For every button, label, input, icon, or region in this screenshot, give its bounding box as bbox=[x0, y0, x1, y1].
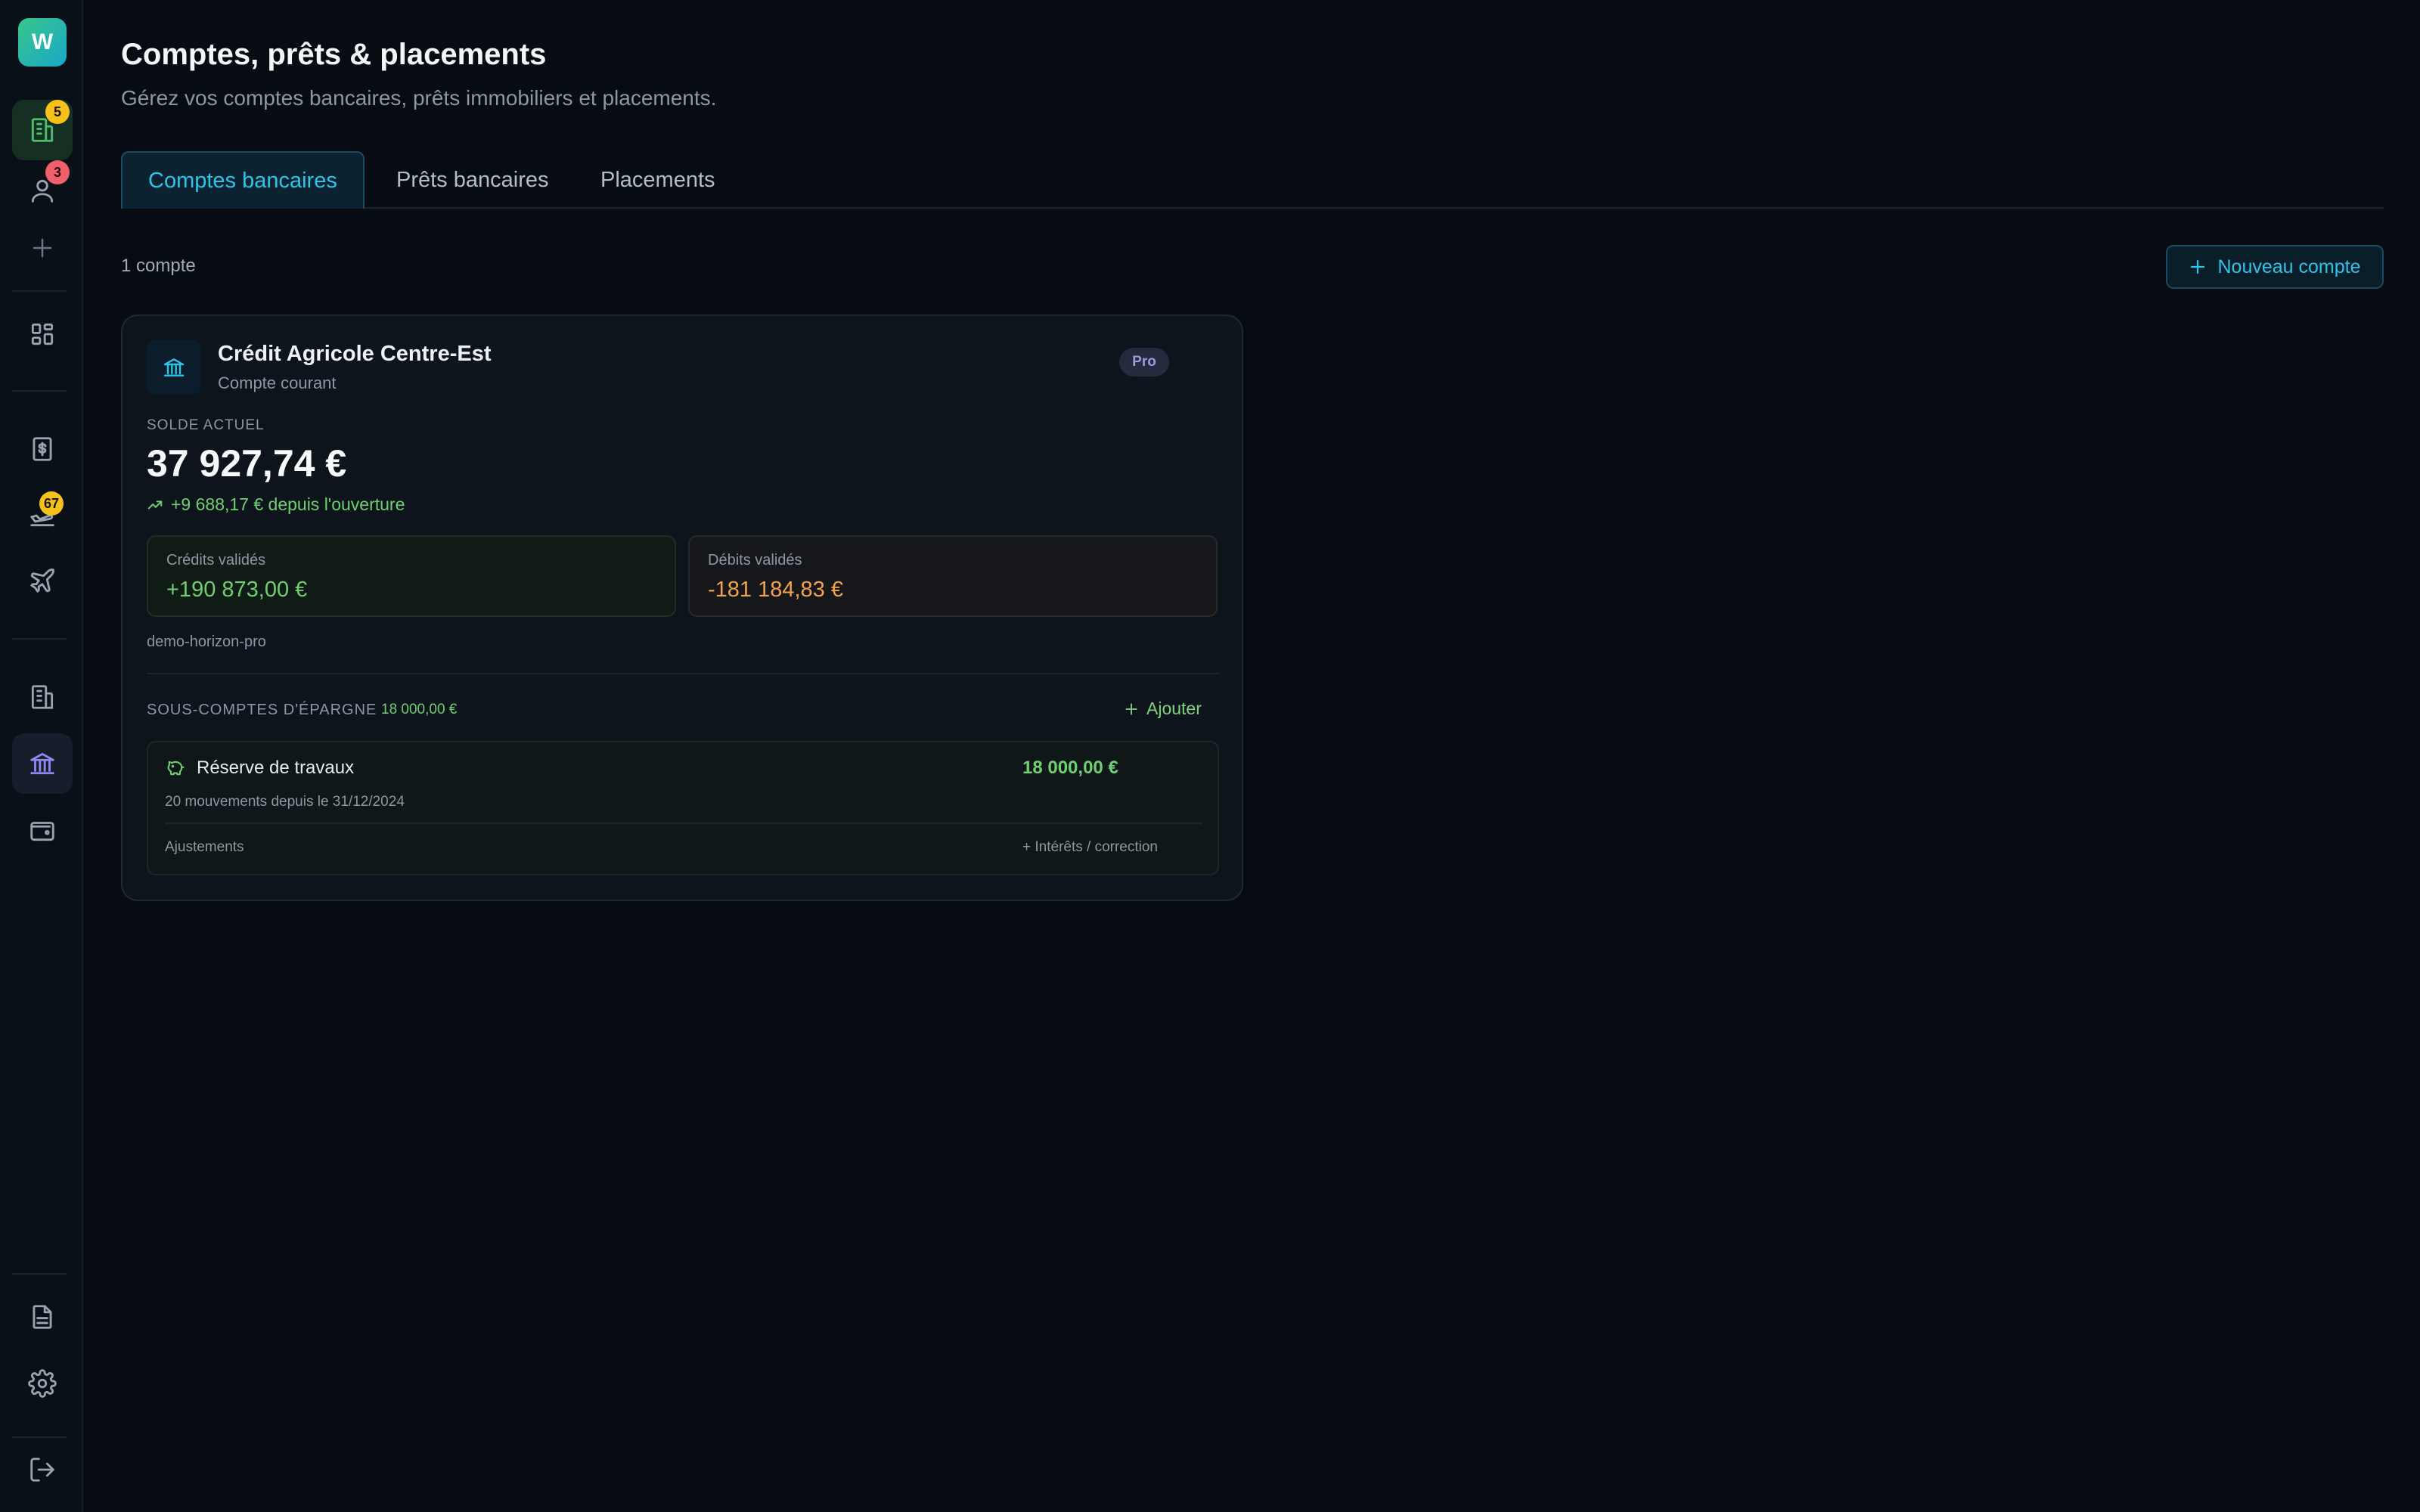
sidebar-item-invoices[interactable] bbox=[12, 419, 73, 479]
add-savings-label: Ajouter bbox=[1146, 699, 1202, 718]
bank-icon-tile bbox=[147, 340, 201, 395]
tab-prets-bancaires[interactable]: Prêts bancaires bbox=[371, 151, 575, 209]
tab-comptes-bancaires[interactable]: Comptes bancaires bbox=[121, 151, 365, 209]
account-type: Compte courant bbox=[218, 373, 337, 392]
plus-icon bbox=[33, 238, 52, 258]
wallet-icon bbox=[30, 822, 54, 841]
bank-icon bbox=[30, 752, 54, 775]
account-slug: demo-horizon-pro bbox=[147, 634, 266, 650]
balance-label: SOLDE ACTUEL bbox=[147, 417, 265, 433]
sidebar-divider bbox=[12, 1436, 67, 1438]
logout-button[interactable] bbox=[12, 1439, 73, 1500]
app-logo[interactable]: W bbox=[18, 18, 67, 67]
sidebar-add-button[interactable] bbox=[12, 218, 73, 278]
sidebar-item-documents[interactable] bbox=[12, 1287, 73, 1347]
new-account-label: Nouveau compte bbox=[2217, 256, 2361, 277]
balance-trend: +9 688,17 € depuis l'ouverture bbox=[147, 494, 405, 515]
sidebar-divider bbox=[12, 1273, 67, 1275]
plus-icon bbox=[1125, 702, 1137, 715]
subaccount-amount: 18 000,00 € bbox=[1022, 758, 1118, 778]
page-subtitle: Gérez vos comptes bancaires, prêts immob… bbox=[121, 86, 717, 110]
bank-name: Crédit Agricole Centre-Est bbox=[218, 342, 492, 366]
credits-label: Crédits validés bbox=[166, 552, 266, 569]
pro-badge: Pro bbox=[1119, 348, 1169, 376]
debits-value: -181 184,83 € bbox=[708, 578, 843, 602]
clients-badge: 3 bbox=[45, 160, 70, 184]
tab-placements[interactable]: Placements bbox=[575, 151, 741, 209]
page-title: Comptes, prêts & placements bbox=[121, 38, 547, 71]
invoice-icon bbox=[33, 437, 52, 461]
debits-box: Débits validés -181 184,83 € bbox=[688, 535, 1218, 617]
adjustments-label: Ajustements bbox=[165, 839, 244, 855]
card-divider bbox=[147, 673, 1219, 674]
sidebar-divider bbox=[12, 390, 67, 392]
trending-up-icon bbox=[147, 500, 163, 510]
buildings-badge: 5 bbox=[45, 100, 70, 124]
balance-value: 37 927,74 € bbox=[147, 442, 347, 485]
bank-icon bbox=[163, 358, 185, 376]
building-icon bbox=[31, 685, 54, 709]
dashboard-icon bbox=[31, 323, 54, 345]
sidebar-item-settings[interactable] bbox=[12, 1353, 73, 1414]
tabs-bar: Comptes bancaires Prêts bancaires Placem… bbox=[121, 151, 2384, 209]
add-interest-correction-button[interactable]: + Intérêts / correction bbox=[1022, 839, 1158, 856]
trend-text: +9 688,17 € depuis l'ouverture bbox=[171, 494, 405, 514]
credits-value: +190 873,00 € bbox=[166, 578, 308, 602]
sidebar-item-travel[interactable] bbox=[12, 550, 73, 611]
subaccount-name: Réserve de travaux bbox=[197, 758, 355, 778]
sidebar-item-banks[interactable] bbox=[12, 733, 73, 794]
flights-badge: 67 bbox=[39, 491, 64, 516]
sidebar-divider bbox=[12, 638, 67, 640]
savings-subaccount[interactable]: Réserve de travaux 18 000,00 € 20 mouvem… bbox=[147, 741, 1219, 875]
plus-icon bbox=[2191, 259, 2205, 274]
account-count: 1 compte bbox=[121, 256, 196, 276]
debits-label: Débits validés bbox=[708, 552, 802, 569]
subaccount-divider bbox=[165, 823, 1202, 824]
gear-icon bbox=[28, 1369, 57, 1398]
sidebar-item-wallet[interactable] bbox=[12, 800, 73, 860]
savings-title: SOUS-COMPTES D'ÉPARGNE bbox=[147, 702, 377, 718]
piggy-bank-icon bbox=[167, 761, 185, 776]
account-card[interactable]: Crédit Agricole Centre-Est Compte couran… bbox=[121, 314, 1243, 901]
plane-icon bbox=[30, 569, 54, 593]
document-icon bbox=[33, 1305, 52, 1329]
sidebar-item-properties[interactable] bbox=[12, 667, 73, 727]
sidebar-divider bbox=[12, 290, 67, 292]
subaccount-movements: 20 mouvements depuis le 31/12/2024 bbox=[165, 794, 405, 810]
new-account-button[interactable]: Nouveau compte bbox=[2166, 245, 2384, 289]
sidebar: W 5 3 67 bbox=[0, 0, 83, 1512]
savings-total: 18 000,00 € bbox=[381, 702, 458, 717]
add-savings-button[interactable]: Ajouter bbox=[1124, 699, 1202, 719]
sidebar-item-dashboard[interactable] bbox=[12, 304, 73, 364]
logout-icon bbox=[30, 1458, 54, 1482]
credits-box: Crédits validés +190 873,00 € bbox=[147, 535, 676, 617]
